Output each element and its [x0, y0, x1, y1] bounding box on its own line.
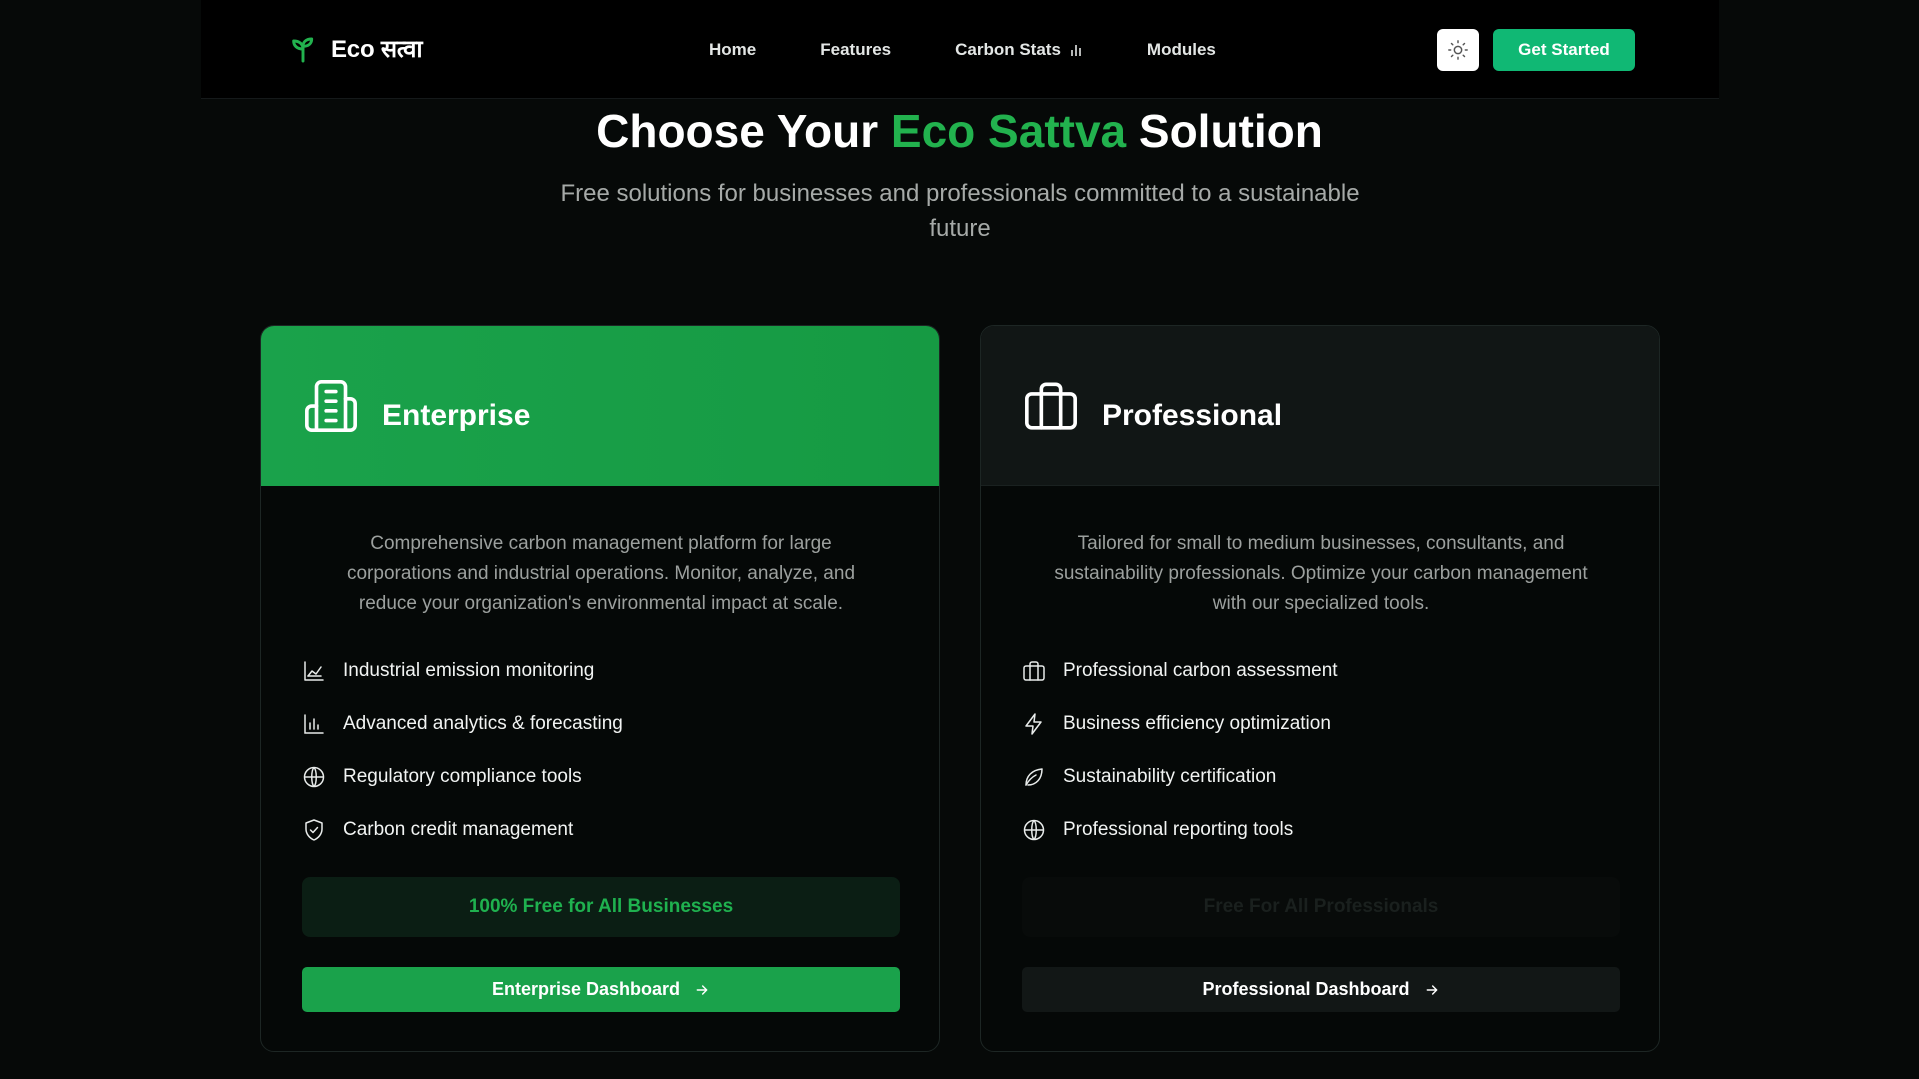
card-title: Enterprise	[382, 399, 531, 432]
nav-link-features[interactable]: Features	[820, 40, 891, 60]
logo[interactable]: Eco सत्वा	[287, 32, 423, 65]
get-started-button[interactable]: Get Started	[1493, 29, 1635, 71]
list-item: Regulatory compliance tools	[302, 750, 623, 803]
logo-text: Eco सत्वा	[331, 36, 423, 63]
page-title: Choose Your Eco Sattva Solution	[0, 104, 1919, 158]
globe-icon	[303, 766, 325, 787]
lightning-icon	[1025, 712, 1042, 735]
list-item: Professional carbon assessment	[1022, 644, 1338, 697]
list-item: Business efficiency optimization	[1022, 697, 1338, 750]
feature-list: Industrial emission monitoring Advanced …	[302, 644, 623, 856]
enterprise-dashboard-button[interactable]: Enterprise Dashboard	[302, 967, 900, 1012]
card-header: Enterprise	[261, 326, 939, 486]
nav-link-label: Carbon Stats	[955, 40, 1061, 59]
feature-label: Advanced analytics & forecasting	[343, 712, 623, 734]
button-label: Professional Dashboard	[1202, 979, 1410, 999]
arrow-right-icon	[696, 984, 708, 995]
nav-link-label: Modules	[1146, 40, 1216, 59]
feature-label: Industrial emission monitoring	[343, 659, 595, 681]
button-label: Enterprise Dashboard	[491, 979, 681, 999]
nav-link-label: Home	[709, 40, 757, 59]
bar-chart-icon	[304, 713, 324, 734]
feature-label: Professional carbon assessment	[1063, 659, 1338, 681]
shield-check-icon	[305, 818, 323, 841]
card-description: Comprehensive carbon management platform…	[346, 533, 856, 614]
globe-icon	[1023, 819, 1045, 840]
arrow-right-icon	[1426, 984, 1437, 995]
list-item: Professional reporting tools	[1022, 803, 1338, 856]
leaf-icon	[1025, 767, 1043, 786]
bar-chart-icon	[1071, 45, 1081, 56]
sprout-icon	[292, 37, 314, 62]
building-icon	[305, 380, 357, 432]
feature-label: Sustainability certification	[1063, 765, 1277, 787]
feature-label: Professional reporting tools	[1063, 818, 1294, 840]
factory-icon	[304, 660, 324, 681]
professional-dashboard-button[interactable]: Professional Dashboard	[1022, 967, 1620, 1012]
title-prefix: Choose Your	[596, 105, 891, 157]
free-badge: Free For All Professionals	[1022, 877, 1620, 937]
briefcase-icon	[1025, 381, 1077, 430]
briefcase-icon	[1023, 660, 1045, 681]
title-accent: Eco Sattva	[890, 105, 1127, 157]
free-badge: 100% Free for All Businesses	[302, 877, 900, 937]
sun-icon	[1448, 40, 1468, 60]
feature-label: Business efficiency optimization	[1063, 712, 1331, 734]
list-item: Carbon credit management	[302, 803, 623, 856]
list-item: Industrial emission monitoring	[302, 644, 623, 697]
nav-link-label: Features	[820, 40, 892, 59]
enterprise-card: Enterprise Comprehensive carbon manageme…	[260, 325, 940, 1052]
nav-link-home[interactable]: Home	[709, 40, 756, 60]
card-title: Professional	[1102, 398, 1283, 432]
professional-card: Professional Tailored for small to mediu…	[980, 325, 1660, 1052]
list-item: Advanced analytics & forecasting	[302, 697, 623, 750]
title-suffix: Solution	[1126, 105, 1323, 157]
card-description: Tailored for small to medium businesses,…	[1054, 533, 1588, 614]
card-header: Professional	[981, 326, 1659, 486]
feature-label: Carbon credit management	[343, 818, 574, 840]
page-subtitle: Free solutions for businesses and profes…	[560, 180, 1360, 242]
feature-list: Professional carbon assessment Business …	[1022, 644, 1338, 856]
nav-links: Home Features Carbon Stats Modules	[709, 40, 1280, 60]
navbar: Eco सत्वा Home Features Carbon Stats Mod…	[201, 0, 1719, 99]
nav-link-modules[interactable]: Modules	[1147, 40, 1216, 60]
feature-label: Regulatory compliance tools	[343, 765, 582, 787]
nav-link-carbon-stats[interactable]: Carbon Stats	[955, 40, 1083, 60]
list-item: Sustainability certification	[1022, 750, 1338, 803]
theme-toggle-button[interactable]	[1437, 29, 1479, 71]
